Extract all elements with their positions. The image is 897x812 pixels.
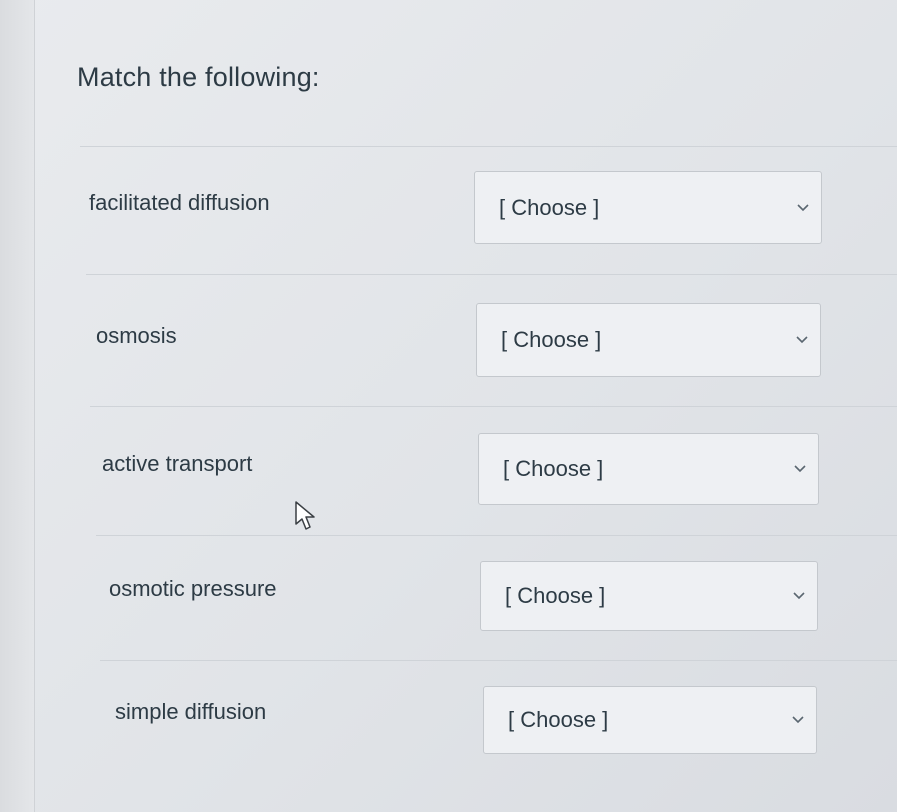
match-term-osmotic-pressure: osmotic pressure [109,576,277,601]
match-select-simple-diffusion[interactable]: [ Choose ] [483,686,817,754]
mouse-pointer-icon [295,501,315,530]
row-divider [90,406,897,407]
row-divider [100,660,897,661]
select-value: [ Choose ] [505,583,606,608]
chevron-down-icon [794,465,806,473]
match-select-facilitated-diffusion[interactable]: [ Choose ] [474,171,822,244]
row-divider [86,274,897,275]
match-term-osmosis: osmosis [96,323,177,348]
chevron-down-icon [796,336,808,344]
match-select-active-transport[interactable]: [ Choose ] [478,433,819,505]
select-value: [ Choose ] [503,456,604,481]
match-term-facilitated-diffusion: facilitated diffusion [89,190,270,215]
select-value: [ Choose ] [508,707,609,732]
row-divider [80,146,897,147]
left-sidebar-edge [0,0,35,812]
quiz-page: Match the following: facilitated diffusi… [0,0,897,812]
select-value: [ Choose ] [499,194,600,220]
question-title: Match the following: [77,62,320,92]
select-value: [ Choose ] [501,327,602,352]
match-select-osmotic-pressure[interactable]: [ Choose ] [480,561,818,631]
match-select-osmosis[interactable]: [ Choose ] [476,303,821,377]
chevron-down-icon [797,203,809,211]
chevron-down-icon [793,592,805,600]
chevron-down-icon [792,716,804,724]
row-divider [96,535,897,536]
match-term-active-transport: active transport [102,451,253,476]
match-term-simple-diffusion: simple diffusion [115,699,267,724]
